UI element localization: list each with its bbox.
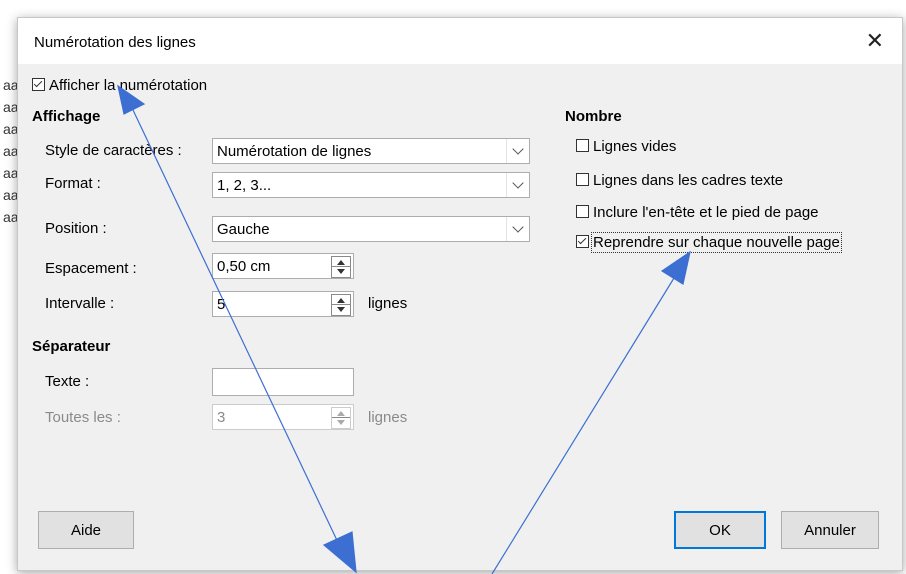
checkbox-checked-icon (576, 235, 589, 248)
title-bar: Numérotation des lignes ✕ (18, 18, 902, 64)
dialog-title: Numérotation des lignes (34, 34, 196, 51)
spin-arrows-icon[interactable] (331, 294, 351, 316)
affichage-heading: Affichage (32, 108, 101, 125)
format-value: 1, 2, 3... (217, 177, 272, 194)
show-numbering-label: Afficher la numérotation (49, 77, 208, 94)
every-unit: lignes (368, 409, 408, 426)
cancel-button[interactable]: Annuler (781, 511, 879, 549)
position-label: Position : (45, 220, 107, 237)
spacing-label: Espacement : (45, 260, 137, 277)
close-icon[interactable]: ✕ (866, 28, 884, 54)
checkbox-icon (576, 173, 589, 186)
position-select[interactable]: Gauche (212, 216, 530, 242)
spacing-spinbox[interactable]: 0,50 cm (212, 253, 354, 279)
every-value: 3 (217, 409, 226, 426)
separator-text-label: Texte : (45, 373, 90, 390)
interval-label: Intervalle : (45, 295, 115, 312)
interval-spinbox[interactable]: 5 (212, 291, 354, 317)
help-button[interactable]: Aide (38, 511, 134, 549)
every-spinbox[interactable]: 3 (212, 404, 354, 430)
ok-button[interactable]: OK (674, 511, 766, 549)
format-select[interactable]: 1, 2, 3... (212, 172, 530, 198)
line-numbering-dialog: Numérotation des lignes ✕ Afficher la nu… (17, 17, 903, 571)
nombre-heading: Nombre (565, 108, 622, 125)
chevron-down-icon[interactable] (506, 139, 529, 163)
format-label: Format : (45, 175, 101, 192)
option-label: Lignes dans les cadres texte (593, 172, 784, 189)
char-style-select[interactable]: Numérotation de lignes (212, 138, 530, 164)
spin-arrows-icon[interactable] (331, 256, 351, 278)
interval-value: 5 (217, 296, 226, 313)
chevron-down-icon[interactable] (506, 217, 529, 241)
restart-each-page-checkbox[interactable]: Reprendre sur chaque nouvelle page (576, 232, 842, 253)
checkbox-checked-icon (32, 78, 45, 91)
dialog-body: Afficher la numérotation Affichage Style… (18, 64, 902, 570)
option-label: Lignes vides (593, 138, 677, 155)
position-value: Gauche (217, 221, 270, 238)
spacing-value: 0,50 cm (217, 258, 271, 275)
checkbox-icon (576, 205, 589, 218)
checkbox-icon (576, 139, 589, 152)
interval-unit: lignes (368, 295, 408, 312)
option-label: Inclure l'en-tête et le pied de page (593, 204, 819, 221)
option-label: Reprendre sur chaque nouvelle page (591, 232, 842, 253)
char-style-value: Numérotation de lignes (217, 143, 372, 160)
chevron-down-icon[interactable] (506, 173, 529, 197)
empty-lines-checkbox[interactable]: Lignes vides (576, 138, 676, 155)
text-frames-checkbox[interactable]: Lignes dans les cadres texte (576, 172, 783, 189)
show-numbering-checkbox[interactable]: Afficher la numérotation (32, 77, 207, 94)
separateur-heading: Séparateur (32, 338, 111, 355)
separator-text-input[interactable] (212, 368, 354, 396)
char-style-label: Style de caractères : (45, 142, 182, 159)
every-label: Toutes les : (45, 409, 121, 426)
spin-arrows-icon[interactable] (331, 407, 351, 429)
header-footer-checkbox[interactable]: Inclure l'en-tête et le pied de page (576, 204, 819, 221)
